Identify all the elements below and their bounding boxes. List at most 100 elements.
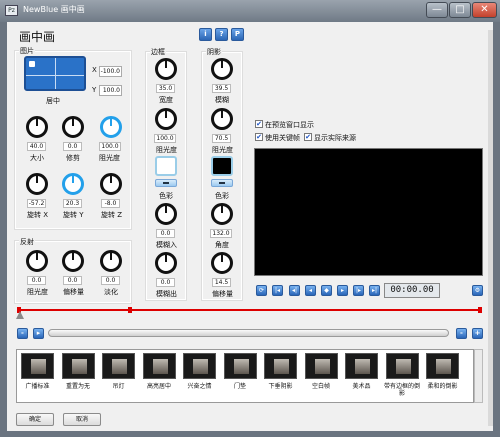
preset-thumbnail (426, 353, 459, 379)
border-blur-out-value[interactable]: 0.0 (156, 278, 175, 287)
preset-item[interactable]: 空白帧 (303, 352, 340, 400)
keyframe-marker[interactable] (478, 307, 482, 313)
preset-item[interactable]: 广播标准 (19, 352, 56, 400)
rotate-z-knob[interactable] (100, 173, 122, 195)
zoom-in-icon[interactable]: + (472, 328, 483, 339)
preset-item[interactable]: 重置为无 (60, 352, 97, 400)
border-blur-out-knob[interactable] (155, 252, 177, 274)
loop-icon[interactable]: ⟳ (256, 285, 267, 296)
border-blur-in-label: 模糊入 (156, 241, 177, 249)
preset-item[interactable]: 高亮居中 (141, 352, 178, 400)
next-keyframe-icon[interactable]: |▸ (353, 285, 364, 296)
crop-knob[interactable] (62, 116, 84, 138)
shadow-opacity-value[interactable]: 70.5 (212, 134, 231, 143)
rotate-y-value[interactable]: 20.3 (63, 199, 82, 208)
x-position-field[interactable]: -100.0 (99, 66, 122, 77)
border-group-label: 边框 (150, 47, 166, 57)
preset-thumbnail (102, 353, 135, 379)
zoom-out-icon[interactable]: - (456, 328, 467, 339)
reflection-opacity-value[interactable]: 0.0 (27, 276, 46, 285)
border-color-swatch[interactable] (155, 156, 177, 176)
reflection-offset-value[interactable]: 0.0 (63, 276, 82, 285)
prev-keyframe-icon[interactable]: ◂| (289, 285, 300, 296)
minimize-button[interactable]: — (426, 2, 448, 18)
settings-icon[interactable]: ⚙ (472, 285, 483, 296)
reflection-fade-value[interactable]: 0.0 (101, 276, 120, 285)
shadow-blur-value[interactable]: 39.5 (212, 84, 231, 93)
crop-value[interactable]: 0.0 (63, 142, 82, 151)
ok-button[interactable]: 确定 (16, 413, 54, 426)
preset-thumbnail (385, 353, 419, 379)
go-to-end-icon[interactable]: ▸| (369, 285, 380, 296)
border-color-label: 色彩 (159, 192, 173, 200)
window-title: NewBlue 画中画 (23, 5, 85, 14)
size-value[interactable]: 40.0 (27, 142, 46, 151)
use-keyframes-checkbox[interactable]: ✔ (255, 133, 263, 141)
preset-item[interactable]: 吊灯 (100, 352, 137, 400)
reflection-group-label: 反射 (19, 237, 35, 247)
window-scrollbar[interactable] (488, 30, 493, 426)
preset-scrollbar[interactable] (474, 349, 483, 403)
help-button[interactable]: ? (215, 28, 228, 41)
timeline-scrollbar[interactable] (48, 329, 449, 337)
scroll-right-icon[interactable]: ▸ (33, 328, 44, 339)
shadow-color-picker-button[interactable] (211, 179, 233, 187)
play-icon[interactable]: ▸ (337, 285, 348, 296)
preset-item[interactable]: 柔和的倒影 (424, 352, 461, 400)
reflection-opacity-knob[interactable] (26, 250, 48, 272)
preset-label: 门垫 (233, 383, 246, 390)
preset-item[interactable]: 下垂阴影 (262, 352, 299, 400)
show-actual-source-checkbox[interactable]: ✔ (304, 133, 312, 141)
border-blur-in-knob[interactable] (155, 203, 177, 225)
maximize-button[interactable]: □ (449, 2, 471, 18)
add-keyframe-icon[interactable]: ◆ (321, 285, 332, 296)
position-pad[interactable] (24, 56, 86, 91)
border-width-value[interactable]: 35.0 (156, 84, 175, 93)
border-width-knob[interactable] (155, 58, 177, 80)
go-to-start-icon[interactable]: |◂ (272, 285, 283, 296)
preset-thumbnail (223, 353, 257, 379)
keyframe-marker[interactable] (128, 307, 132, 313)
border-color-picker-button[interactable] (155, 179, 177, 187)
preset-menu-button[interactable]: P (231, 28, 244, 41)
shadow-color-swatch[interactable] (211, 156, 233, 176)
preset-item[interactable]: 兴奋之情 (181, 352, 218, 400)
preset-thumbnail-picture (152, 359, 168, 374)
cancel-button[interactable]: 取消 (63, 413, 101, 426)
shadow-angle-knob[interactable] (211, 203, 233, 225)
scroll-left-icon[interactable]: - (17, 328, 28, 339)
border-opacity-knob[interactable] (155, 108, 177, 130)
rotate-x-value[interactable]: -57.2 (27, 199, 46, 208)
y-position-field[interactable]: 100.0 (99, 85, 122, 96)
shadow-opacity-knob[interactable] (211, 108, 233, 130)
step-back-icon[interactable]: ◂ (305, 285, 316, 296)
info-button[interactable]: i (199, 28, 212, 41)
close-button[interactable]: ✕ (472, 2, 497, 18)
shadow-color-label: 色彩 (215, 192, 229, 200)
rotate-y-knob[interactable] (62, 173, 84, 195)
reflection-fade-label: 淡化 (104, 288, 118, 296)
shadow-offset-value[interactable]: 14.5 (212, 278, 231, 287)
rotate-z-value[interactable]: -8.0 (101, 199, 120, 208)
position-handle[interactable] (29, 61, 35, 67)
preset-item[interactable]: 门垫 (222, 352, 259, 400)
border-opacity-value[interactable]: 100.0 (154, 134, 176, 143)
preset-item[interactable]: 美术品 (343, 352, 380, 400)
picture-opacity-value[interactable]: 100.0 (99, 142, 121, 151)
reflection-fade-knob[interactable] (100, 250, 122, 272)
reflection-offset-knob[interactable] (62, 250, 84, 272)
preset-item[interactable]: 带有边框的倒影 (384, 352, 421, 400)
keyframe-timeline[interactable] (17, 309, 482, 311)
shadow-offset-knob[interactable] (211, 252, 233, 274)
shadow-angle-value[interactable]: 132.0 (210, 229, 232, 238)
size-knob[interactable] (26, 116, 48, 138)
picture-opacity-knob[interactable] (100, 116, 122, 138)
rotate-x-knob[interactable] (26, 173, 48, 195)
preset-label: 带有边框的倒影 (383, 383, 420, 397)
border-blur-in-value[interactable]: 0.0 (156, 229, 175, 238)
shadow-blur-label: 模糊 (215, 96, 229, 104)
video-preview[interactable] (254, 148, 483, 276)
shadow-blur-knob[interactable] (211, 58, 233, 80)
show-in-preview-checkbox[interactable]: ✔ (255, 120, 263, 128)
preset-thumbnail-picture (193, 359, 208, 374)
